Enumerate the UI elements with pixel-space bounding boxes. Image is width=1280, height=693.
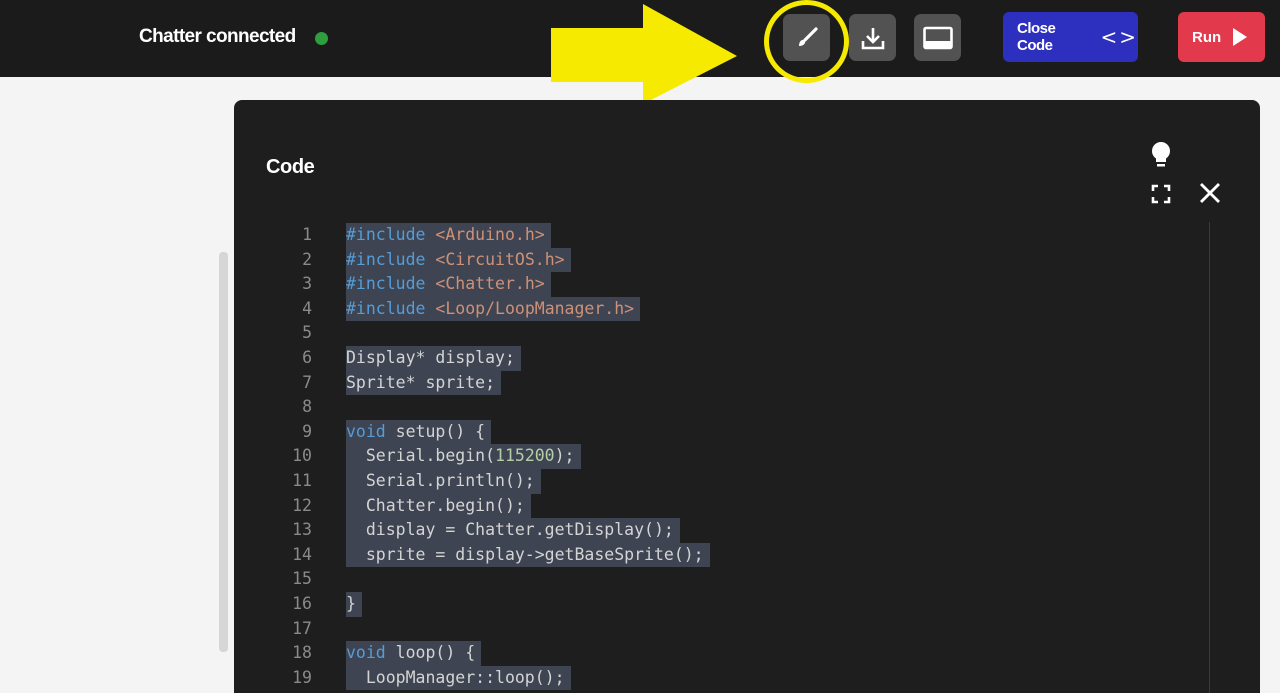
code-line[interactable]: 1 #include <Arduino.h> xyxy=(234,223,1194,248)
play-icon xyxy=(1233,28,1248,46)
code-line[interactable]: 8 xyxy=(234,395,1194,420)
arrow-annotation xyxy=(551,4,737,104)
code-line[interactable]: 3 #include <Chatter.h> xyxy=(234,272,1194,297)
code-text: display = Chatter.getDisplay(); xyxy=(346,518,680,543)
lightbulb-icon[interactable] xyxy=(1148,140,1174,170)
code-line[interactable]: 12 Chatter.begin(); xyxy=(234,493,1194,519)
code-panel: Code 1 #include <Arduino.h> 2 #include <Cir… xyxy=(234,100,1260,693)
code-line[interactable]: 19 LoopManager::loop(); xyxy=(234,665,1194,691)
code-line[interactable]: 15 xyxy=(234,567,1194,592)
code-text: } xyxy=(346,591,362,617)
download-icon xyxy=(861,27,884,49)
status-indicator xyxy=(315,32,328,45)
line-number: 5 xyxy=(302,323,312,343)
line-number: 4 xyxy=(302,298,312,318)
panel-title: Code xyxy=(266,156,315,178)
code-text: Display* display; xyxy=(346,345,521,371)
code-text: LoopManager::loop(); xyxy=(346,665,571,691)
code-editor[interactable]: 1 #include <Arduino.h> 2 #include <CircuitO… xyxy=(234,223,1194,691)
code-text: #include <CircuitOS.h> xyxy=(346,247,571,273)
line-number: 19 xyxy=(292,667,312,687)
code-line[interactable]: 17 xyxy=(234,617,1194,642)
code-text: sprite = display->getBaseSprite(); xyxy=(346,542,710,568)
connection-status: Chatter connected xyxy=(139,26,296,47)
line-number: 18 xyxy=(292,643,312,663)
fullscreen-icon[interactable] xyxy=(1151,184,1171,204)
run-label: Run xyxy=(1192,28,1222,46)
download-button[interactable] xyxy=(849,14,896,61)
code-line[interactable]: 6 Display* display; xyxy=(234,345,1194,371)
code-text: void setup() { xyxy=(346,419,492,445)
code-line[interactable]: 16} xyxy=(234,591,1194,617)
close-code-button[interactable]: Close Code <> xyxy=(1003,12,1138,62)
code-line[interactable]: 11 Serial.println(); xyxy=(234,468,1194,494)
terminal-icon xyxy=(922,26,953,49)
line-number: 2 xyxy=(302,249,312,269)
line-number: 9 xyxy=(302,421,312,441)
code-text: Serial.println(); xyxy=(346,468,541,494)
close-code-label: Close Code xyxy=(1017,20,1056,54)
serial-monitor-button[interactable] xyxy=(914,14,961,61)
line-number: 13 xyxy=(292,520,312,540)
line-number: 7 xyxy=(302,372,312,392)
top-bar: Chatter connected Close Code <> Run xyxy=(0,0,1280,104)
code-line[interactable]: 4 #include <Loop/LoopManager.h> xyxy=(234,296,1194,322)
code-line[interactable]: 14 sprite = display->getBaseSprite(); xyxy=(234,542,1194,568)
run-button[interactable]: Run xyxy=(1178,12,1265,62)
code-text: Serial.begin(115200); xyxy=(346,444,581,469)
line-number: 1 xyxy=(302,225,312,244)
line-number: 16 xyxy=(292,593,312,613)
line-number: 10 xyxy=(292,446,312,466)
line-number: 3 xyxy=(302,274,312,294)
code-text: void loop() { xyxy=(346,641,482,666)
code-line[interactable]: 7 Sprite* sprite; xyxy=(234,370,1194,396)
code-line[interactable]: 2 #include <CircuitOS.h> xyxy=(234,247,1194,273)
format-code-button[interactable] xyxy=(783,14,830,61)
code-text: #include <Arduino.h> xyxy=(346,223,551,248)
code-brackets-icon: <> xyxy=(1100,25,1138,49)
code-text: Sprite* sprite; xyxy=(346,370,502,396)
code-line[interactable]: 10 Serial.begin(115200); xyxy=(234,444,1194,469)
code-line[interactable]: 9 void setup() { xyxy=(234,419,1194,445)
line-number: 11 xyxy=(292,470,312,490)
line-number: 14 xyxy=(292,544,312,564)
code-text: Chatter.begin(); xyxy=(346,493,531,519)
line-number: 15 xyxy=(292,569,312,589)
line-number: 12 xyxy=(292,495,312,515)
line-number: 8 xyxy=(302,397,312,417)
code-text: #include <Chatter.h> xyxy=(346,272,551,297)
line-number: 17 xyxy=(292,618,312,638)
code-line[interactable]: 13 display = Chatter.getDisplay(); xyxy=(234,518,1194,543)
line-number: 6 xyxy=(302,347,312,367)
close-icon[interactable] xyxy=(1197,180,1223,206)
code-text: #include <Loop/LoopManager.h> xyxy=(346,296,641,322)
editor-scrollbar[interactable] xyxy=(1209,222,1210,693)
code-line[interactable]: 18 void loop() { xyxy=(234,641,1194,666)
code-line[interactable]: 5 xyxy=(234,321,1194,346)
brush-icon xyxy=(798,26,818,46)
sidebar-scrollbar[interactable] xyxy=(219,252,228,652)
